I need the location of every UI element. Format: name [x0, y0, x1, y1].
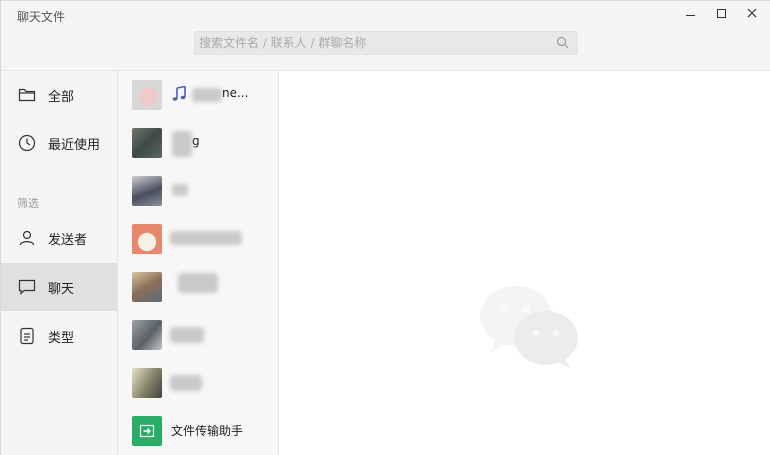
- wechat-logo-icon: [480, 286, 578, 369]
- sidebar-item-label: 最近使用: [48, 137, 101, 153]
- avatar: [132, 80, 162, 110]
- search-box: [194, 31, 578, 55]
- contact-list: ne... g 文件传输助手: [118, 71, 279, 455]
- avatar: [132, 224, 162, 254]
- sidebar-item-label: 类型: [48, 330, 75, 346]
- folder-icon: [17, 85, 37, 105]
- avatar: [132, 368, 162, 398]
- list-item[interactable]: g: [118, 119, 278, 167]
- chat-files-window: 聊天文件 搜索文件名 / 联系人 / 群聊名称 全部 最近使用 筛选 发送者 聊…: [0, 0, 770, 455]
- minimize-button[interactable]: [681, 5, 699, 21]
- list-item[interactable]: ne...: [118, 71, 278, 119]
- contact-name: ne...: [222, 86, 249, 100]
- clock-icon: [17, 133, 37, 153]
- blurred-name: [170, 231, 242, 245]
- blurred-name: [172, 131, 192, 157]
- contact-name: 文件传输助手: [171, 424, 244, 438]
- blurred-name: [172, 184, 188, 196]
- avatar: [132, 128, 162, 158]
- blurred-name: [192, 88, 222, 102]
- list-item-file-transfer[interactable]: 文件传输助手: [118, 407, 278, 455]
- list-item[interactable]: [118, 263, 278, 311]
- sidebar-item-label: 全部: [48, 89, 75, 105]
- blurred-name: [178, 273, 218, 293]
- sidebar: 全部 最近使用 筛选 发送者 聊天 类型: [1, 71, 118, 455]
- file-transfer-icon: [132, 416, 162, 446]
- close-button[interactable]: [743, 5, 761, 21]
- document-icon: [17, 326, 37, 346]
- search-icon[interactable]: [556, 36, 569, 49]
- close-icon: [747, 8, 757, 18]
- sidebar-item-chat[interactable]: 聊天: [1, 263, 117, 311]
- music-icon: [172, 86, 186, 101]
- list-item[interactable]: [118, 311, 278, 359]
- sidebar-item-sender[interactable]: 发送者: [1, 214, 117, 262]
- chat-bubble-icon: [17, 277, 37, 297]
- content-area: [279, 71, 770, 455]
- title-bar: 聊天文件: [1, 1, 770, 71]
- sidebar-item-recent[interactable]: 最近使用: [1, 119, 117, 167]
- sidebar-item-label: 发送者: [48, 232, 88, 248]
- maximize-button[interactable]: [712, 5, 730, 21]
- avatar: [132, 272, 162, 302]
- list-item[interactable]: [118, 167, 278, 215]
- sidebar-item-all[interactable]: 全部: [1, 71, 117, 119]
- blurred-name: [170, 375, 202, 391]
- sidebar-item-label: 聊天: [48, 281, 75, 297]
- blurred-name: [170, 327, 204, 343]
- search-input[interactable]: [195, 32, 550, 54]
- contact-name: g: [192, 134, 200, 148]
- avatar: [132, 176, 162, 206]
- minimize-icon: [685, 14, 695, 16]
- person-icon: [17, 228, 37, 248]
- filter-section-label: 筛选: [17, 197, 39, 210]
- window-title: 聊天文件: [17, 10, 66, 24]
- avatar: [132, 320, 162, 350]
- list-item[interactable]: [118, 215, 278, 263]
- sidebar-item-type[interactable]: 类型: [1, 312, 117, 360]
- list-item[interactable]: [118, 359, 278, 407]
- maximize-icon: [716, 8, 726, 18]
